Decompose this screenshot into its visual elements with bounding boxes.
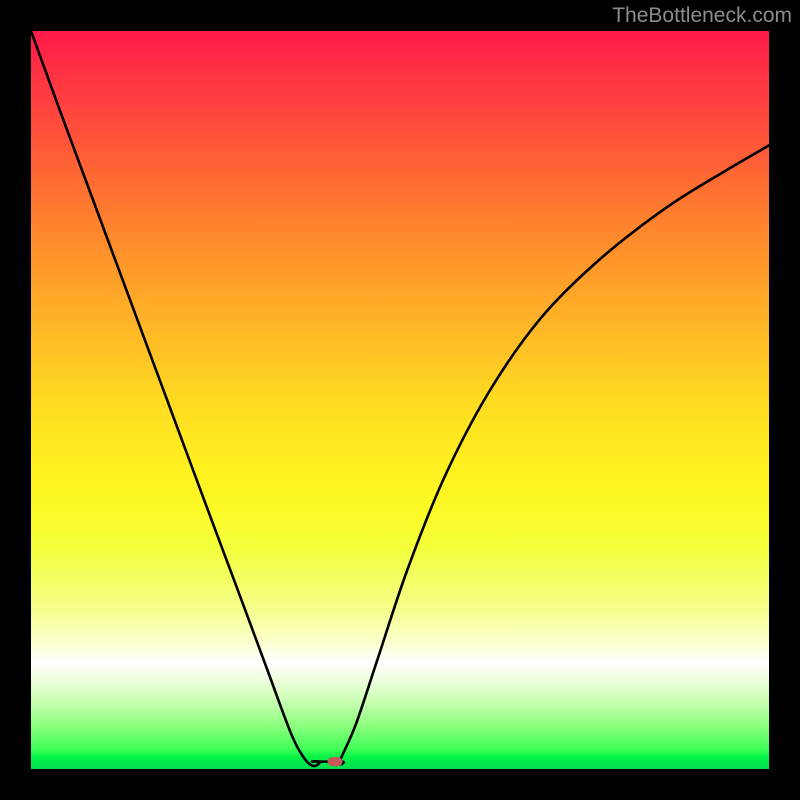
- curve-line: [31, 31, 769, 766]
- chart-plot-area: [31, 31, 769, 769]
- bottleneck-curve: [31, 31, 769, 769]
- chart-frame: TheBottleneck.com: [0, 0, 800, 800]
- watermark-text: TheBottleneck.com: [612, 4, 792, 28]
- bottleneck-marker: [328, 757, 343, 766]
